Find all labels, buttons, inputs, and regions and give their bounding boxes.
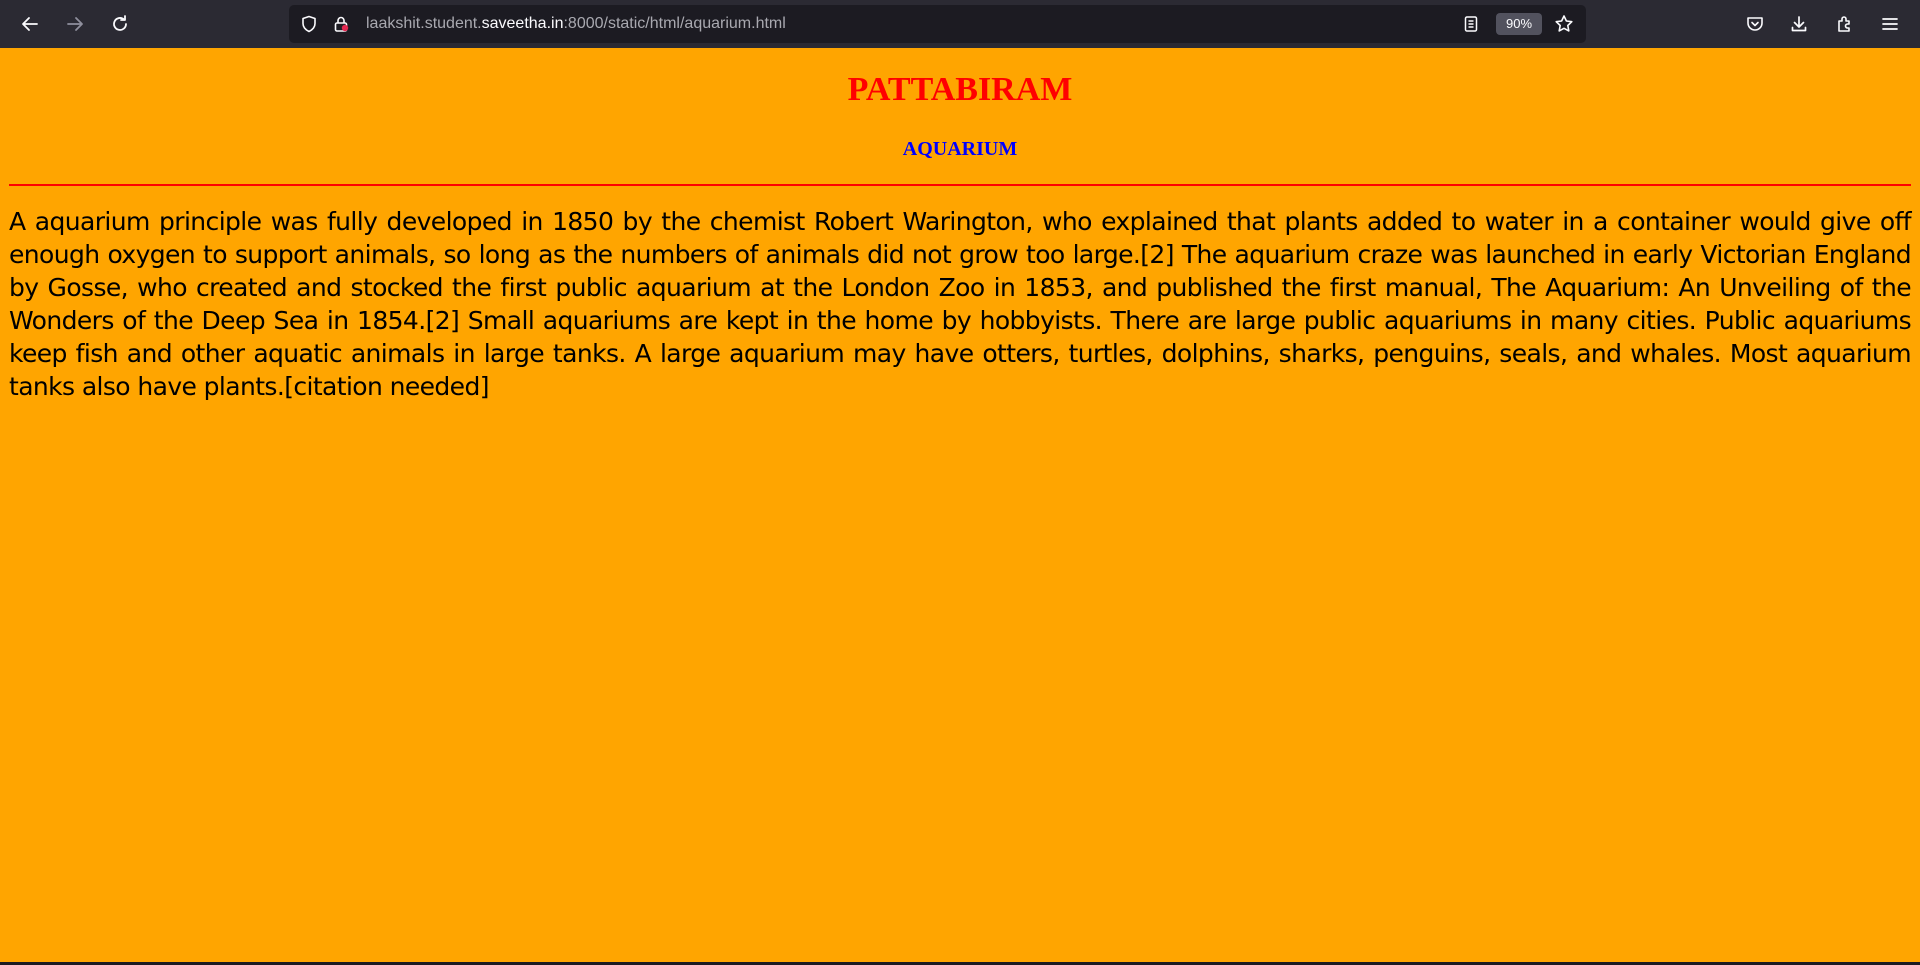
pocket-button[interactable] bbox=[1739, 8, 1771, 40]
zoom-level-button[interactable]: 90% bbox=[1496, 13, 1542, 35]
reader-view-icon bbox=[1464, 16, 1478, 32]
page-subtitle: AQUARIUM bbox=[902, 138, 1018, 160]
page-title: PATTABIRAM bbox=[847, 71, 1073, 108]
menu-icon bbox=[1882, 18, 1898, 30]
bookmark-star-icon bbox=[1555, 15, 1573, 32]
reload-button[interactable] bbox=[104, 8, 136, 40]
browser-toolbar: laakshit.student.saveetha.in:8000/static… bbox=[0, 0, 1920, 48]
page-content: PATTABIRAM AQUARIUM A aquarium principle… bbox=[0, 48, 1920, 962]
back-button[interactable] bbox=[14, 8, 46, 40]
url-suffix: :8000/static/html/aquarium.html bbox=[563, 15, 786, 32]
back-arrow-icon bbox=[22, 17, 38, 31]
body-paragraph: A aquarium principle was fully developed… bbox=[9, 207, 1912, 401]
reader-view-button[interactable] bbox=[1461, 14, 1481, 34]
url-prefix: laakshit.student. bbox=[366, 15, 482, 32]
bookmark-button[interactable] bbox=[1554, 14, 1574, 34]
lock-icon bbox=[334, 16, 349, 32]
downloads-button[interactable] bbox=[1783, 8, 1815, 40]
forward-button[interactable] bbox=[59, 8, 91, 40]
download-icon bbox=[1791, 16, 1807, 32]
reload-icon bbox=[113, 15, 127, 31]
tracking-protection-button[interactable] bbox=[299, 14, 319, 34]
extensions-button[interactable] bbox=[1829, 8, 1861, 40]
site-security-button[interactable] bbox=[331, 14, 351, 34]
extensions-icon bbox=[1838, 16, 1850, 32]
app-menu-button[interactable] bbox=[1874, 8, 1906, 40]
forward-arrow-icon bbox=[67, 17, 83, 31]
shield-icon bbox=[302, 15, 316, 33]
url-host: saveetha.in bbox=[481, 15, 564, 32]
url-text[interactable]: laakshit.student.saveetha.in:8000/static… bbox=[366, 5, 786, 43]
pocket-icon bbox=[1747, 17, 1763, 31]
url-bar[interactable]: laakshit.student.saveetha.in:8000/static… bbox=[289, 5, 1586, 43]
horizontal-rule bbox=[9, 184, 1911, 186]
